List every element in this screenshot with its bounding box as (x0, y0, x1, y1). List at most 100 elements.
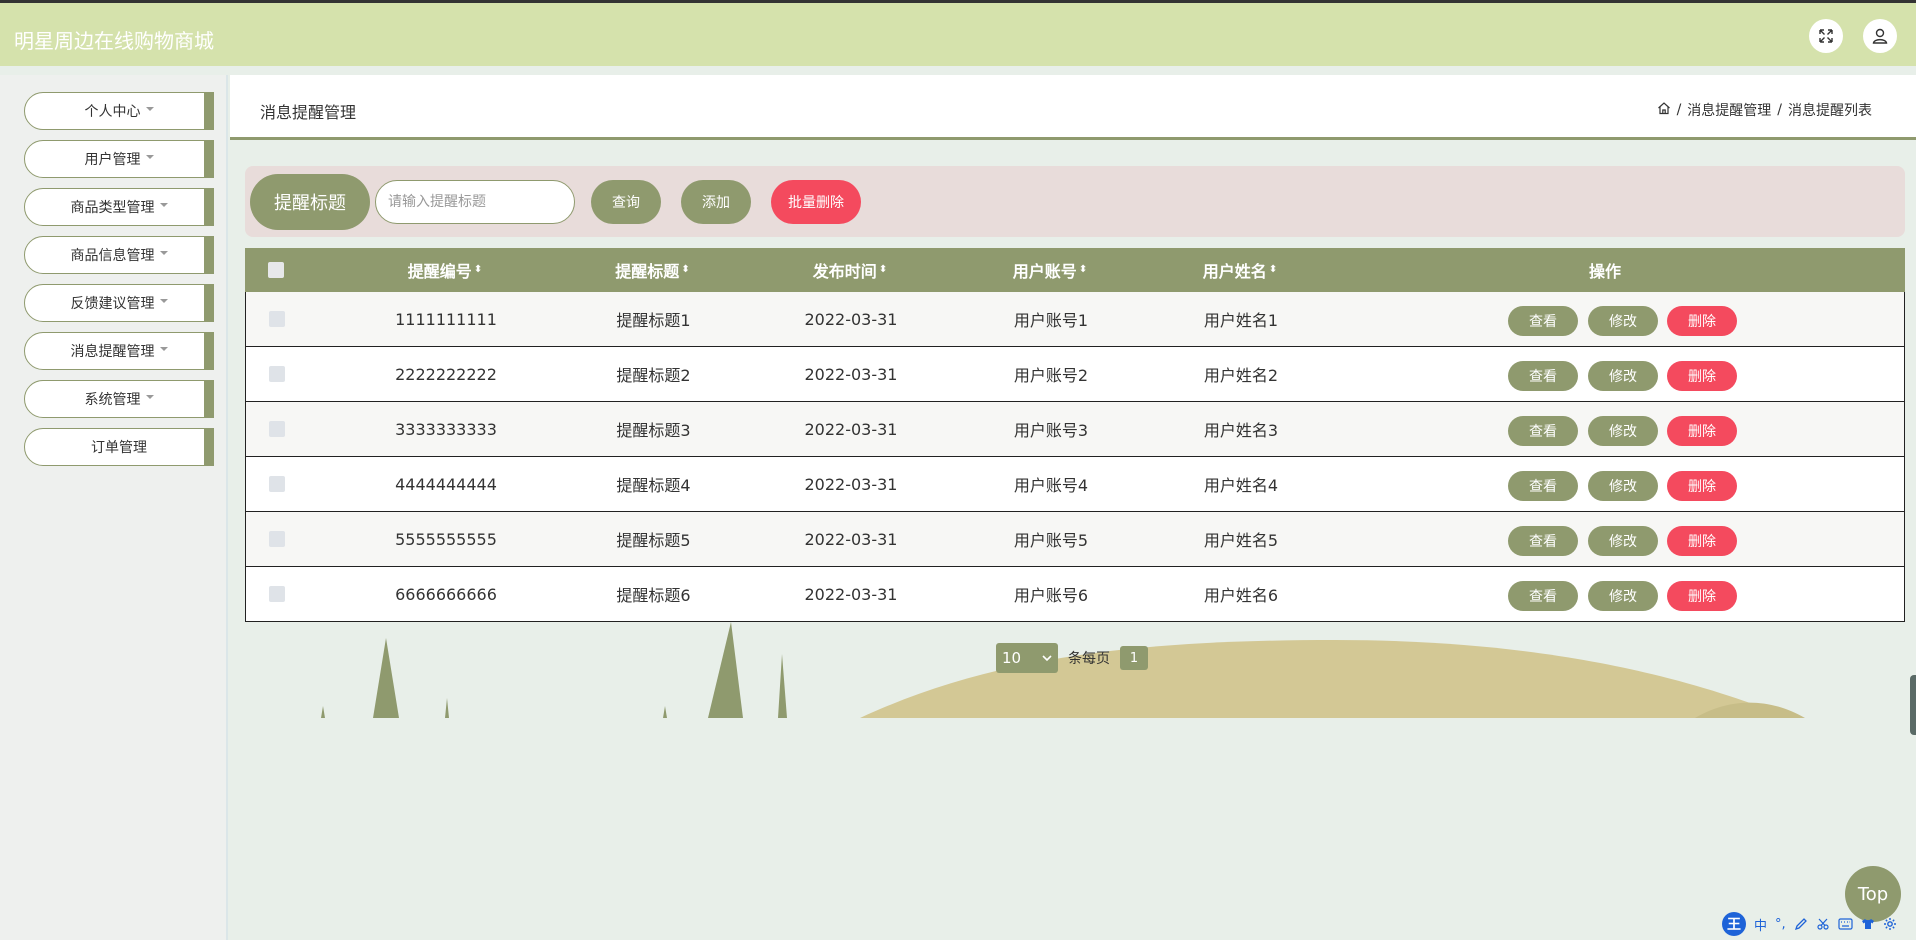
column-header-time[interactable]: 发布时间 ⬍ (775, 248, 925, 292)
edit-button[interactable]: 修改 (1588, 471, 1658, 501)
cell-account: 用户账号6 (1013, 586, 1089, 605)
edit-button[interactable]: 修改 (1588, 306, 1658, 336)
view-button[interactable]: 查看 (1508, 416, 1578, 446)
delete-button[interactable]: 删除 (1667, 526, 1737, 556)
sidebar-item-label: 商品信息管理 (70, 248, 155, 264)
breadcrumb-separator: / (1676, 102, 1682, 118)
sort-icon[interactable]: ⬍ (1079, 265, 1087, 275)
chevron-down-icon (145, 155, 154, 159)
page-number[interactable]: 1 (1120, 646, 1148, 670)
edit-button[interactable]: 修改 (1588, 526, 1658, 556)
delete-button[interactable]: 删除 (1667, 581, 1737, 611)
sidebar-item-label: 订单管理 (91, 440, 147, 456)
checkbox[interactable] (269, 366, 285, 382)
sidebar-item-product-info-management[interactable]: 商品信息管理 (24, 236, 214, 274)
sidebar-item-product-type-management[interactable]: 商品类型管理 (24, 188, 214, 226)
cell-name: 用户姓名1 (1203, 311, 1279, 330)
table-row: 4444444444 提醒标题4 2022-03-31 用户账号4 用户姓名4 … (245, 457, 1905, 512)
row-checkbox[interactable] (264, 457, 290, 511)
cell-account: 用户账号5 (1013, 531, 1089, 550)
column-header-account[interactable]: 用户账号 ⬍ (985, 248, 1115, 292)
chevron-down-icon (159, 299, 168, 303)
row-checkbox[interactable] (264, 402, 290, 456)
batch-delete-button[interactable]: 批量删除 (771, 180, 861, 224)
side-drawer-handle[interactable] (1910, 675, 1916, 735)
sidebar-item-personal-center[interactable]: 个人中心 (24, 92, 214, 130)
breadcrumb-bar: 消息提醒管理 / 消息提醒管理 / 消息提醒列表 (230, 75, 1916, 140)
search-input[interactable] (375, 180, 575, 224)
table-header: 提醒编号 ⬍ 提醒标题 ⬍ 发布时间 ⬍ 用户账号 ⬍ 用户姓名 ⬍ 操作 (245, 248, 1905, 292)
ime-logo[interactable]: 王 (1722, 912, 1746, 936)
view-button[interactable]: 查看 (1508, 471, 1578, 501)
sidebar-item-feedback-management[interactable]: 反馈建议管理 (24, 284, 214, 322)
checkbox[interactable] (269, 531, 285, 547)
cell-time: 2022-03-31 (804, 364, 898, 384)
edit-button[interactable]: 修改 (1588, 361, 1658, 391)
column-header-title[interactable]: 提醒标题 ⬍ (585, 248, 720, 292)
cell-account: 用户账号1 (1013, 311, 1089, 330)
sidebar-item-message-management[interactable]: 消息提醒管理 (24, 332, 214, 370)
cell-time: 2022-03-31 (804, 584, 898, 604)
delete-button[interactable]: 删除 (1667, 361, 1737, 391)
column-header-name[interactable]: 用户姓名 ⬍ (1170, 248, 1310, 292)
message-table: 提醒编号 ⬍ 提醒标题 ⬍ 发布时间 ⬍ 用户账号 ⬍ 用户姓名 ⬍ 操作 1111111… (245, 248, 1905, 622)
expand-icon[interactable] (1809, 19, 1843, 53)
delete-button[interactable]: 删除 (1667, 306, 1737, 336)
breadcrumb: / 消息提醒管理 / 消息提醒列表 (1657, 100, 1872, 120)
checkbox[interactable] (269, 311, 285, 327)
sort-icon[interactable]: ⬍ (681, 265, 689, 275)
page-size-value: 10 (1002, 649, 1022, 667)
page-size-select[interactable]: 10 (996, 643, 1058, 673)
edit-button[interactable]: 修改 (1588, 416, 1658, 446)
select-all-checkbox[interactable] (263, 248, 289, 292)
query-button[interactable]: 查询 (591, 180, 661, 224)
view-button[interactable]: 查看 (1508, 361, 1578, 391)
sort-icon[interactable]: ⬍ (879, 265, 887, 275)
column-header-id[interactable]: 提醒编号 ⬍ (370, 248, 520, 292)
checkbox[interactable] (269, 476, 285, 492)
sidebar-item-label: 个人中心 (84, 104, 141, 120)
shirt-icon[interactable] (1861, 917, 1875, 931)
scissors-icon[interactable] (1816, 917, 1830, 931)
column-header-label: 用户账号 (1012, 262, 1077, 281)
pen-icon[interactable] (1794, 917, 1808, 931)
view-button[interactable]: 查看 (1508, 526, 1578, 556)
row-checkbox[interactable] (264, 567, 290, 621)
view-button[interactable]: 查看 (1508, 581, 1578, 611)
per-page-label: 条每页 (1068, 651, 1110, 667)
delete-button[interactable]: 删除 (1667, 471, 1737, 501)
sidebar-item-label: 消息提醒管理 (70, 344, 155, 360)
view-button[interactable]: 查看 (1508, 306, 1578, 336)
edit-button[interactable]: 修改 (1588, 581, 1658, 611)
checkbox[interactable] (269, 421, 285, 437)
keyboard-icon[interactable] (1838, 918, 1853, 930)
ime-punctuation[interactable]: °, (1775, 917, 1786, 932)
ime-mode[interactable]: 中 (1754, 915, 1767, 934)
cell-name: 用户姓名3 (1203, 421, 1279, 440)
row-checkbox[interactable] (264, 292, 290, 346)
checkbox[interactable] (268, 262, 284, 278)
cell-id: 6666666666 (395, 584, 497, 604)
breadcrumb-level1[interactable]: 消息提醒管理 (1687, 100, 1771, 120)
pagination: 10 条每页 1 (996, 643, 1148, 673)
add-button[interactable]: 添加 (681, 180, 751, 224)
table-row: 6666666666 提醒标题6 2022-03-31 用户账号6 用户姓名6 … (245, 567, 1905, 622)
checkbox[interactable] (269, 586, 285, 602)
sort-icon[interactable]: ⬍ (1269, 265, 1277, 275)
sort-icon[interactable]: ⬍ (474, 265, 482, 275)
app-title: 明星周边在线购物商城 (14, 29, 214, 53)
home-icon[interactable] (1657, 101, 1671, 119)
user-icon[interactable] (1863, 19, 1897, 53)
row-checkbox[interactable] (264, 347, 290, 401)
sidebar-item-system-management[interactable]: 系统管理 (24, 380, 214, 418)
gear-icon[interactable] (1883, 917, 1897, 931)
row-checkbox[interactable] (264, 512, 290, 566)
sidebar-item-user-management[interactable]: 用户管理 (24, 140, 214, 178)
sidebar-item-order-management[interactable]: 订单管理 (24, 428, 214, 466)
table-row: 3333333333 提醒标题3 2022-03-31 用户账号3 用户姓名3 … (245, 402, 1905, 457)
delete-button[interactable]: 删除 (1667, 416, 1737, 446)
ime-toolbar: 王 中 °, (1722, 910, 1916, 938)
column-header-label: 提醒编号 (407, 262, 472, 281)
column-header-actions: 操作 (1588, 262, 1621, 281)
cell-title: 提醒标题4 (616, 476, 691, 495)
